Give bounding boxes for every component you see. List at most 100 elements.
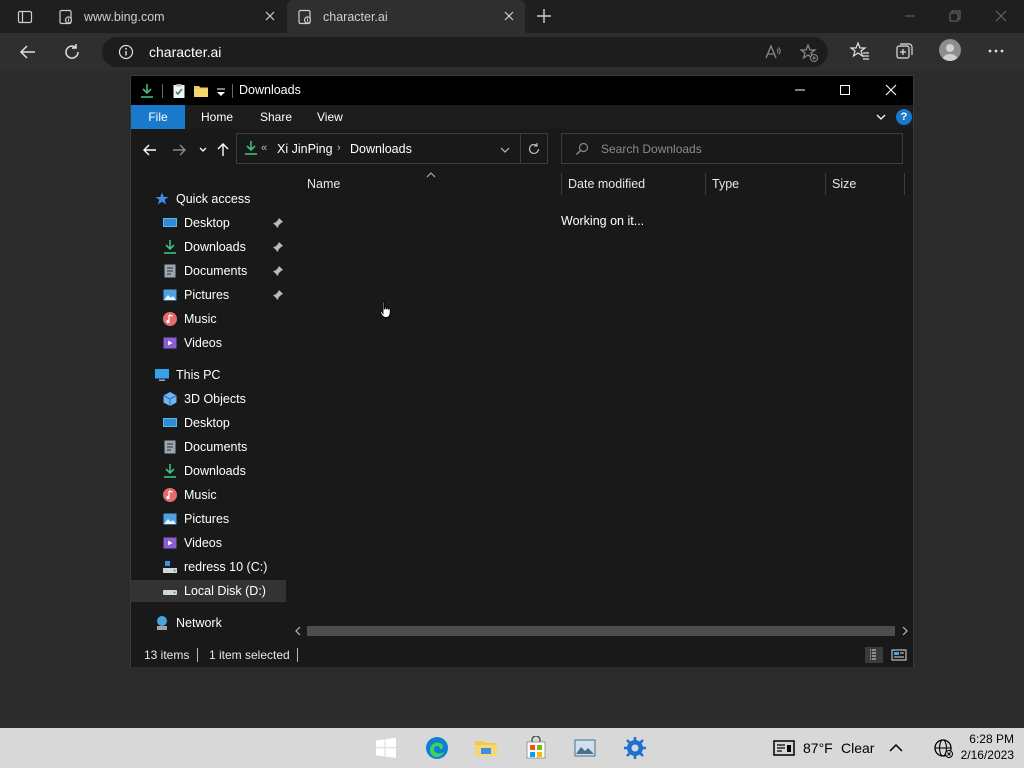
nav-documents[interactable]: Documents xyxy=(131,260,286,282)
pin-icon[interactable] xyxy=(272,217,284,229)
scroll-left-icon[interactable] xyxy=(293,626,303,636)
new-folder-icon[interactable] xyxy=(193,83,209,99)
column-header-size[interactable]: Size xyxy=(832,171,856,197)
weather-condition[interactable]: Clear xyxy=(841,740,874,756)
tab-bing[interactable]: www.bing.com xyxy=(50,0,286,33)
ribbon-tab-view[interactable]: View xyxy=(317,105,343,129)
address-bar[interactable]: character.ai xyxy=(102,37,828,67)
nav-this-pc[interactable]: This PC xyxy=(131,364,286,386)
nav-desktop[interactable]: Desktop xyxy=(131,212,286,234)
minimize-icon[interactable] xyxy=(902,8,918,24)
nav-downloads-pc[interactable]: Downloads xyxy=(131,460,286,482)
new-tab-icon[interactable] xyxy=(534,6,554,26)
navigation-pane: Quick access Desktop Downloads Documents… xyxy=(131,171,288,641)
back-arrow-icon[interactable] xyxy=(18,42,38,62)
tab-character-ai[interactable]: character.ai xyxy=(287,0,525,33)
chevron-up-icon[interactable] xyxy=(884,736,908,760)
nav-downloads[interactable]: Downloads xyxy=(131,236,286,258)
system-clock[interactable]: 6:28 PM 2/16/2023 xyxy=(960,731,1014,763)
minimize-icon[interactable] xyxy=(793,83,807,97)
start-windows-icon[interactable] xyxy=(374,736,398,760)
image-viewer-icon[interactable] xyxy=(573,736,597,760)
clock-time: 6:28 PM xyxy=(969,732,1014,746)
breadcrumb-segment[interactable]: Xi JinPing xyxy=(277,142,333,156)
site-info-icon[interactable] xyxy=(118,44,134,60)
scroll-right-icon[interactable] xyxy=(900,626,910,636)
tab-title: character.ai xyxy=(323,9,388,24)
nav-label: Network xyxy=(176,616,222,630)
forward-arrow-icon[interactable] xyxy=(171,142,187,158)
microsoft-store-icon[interactable] xyxy=(524,736,548,760)
search-input[interactable]: Search Downloads xyxy=(561,133,903,164)
nav-pictures[interactable]: Pictures xyxy=(131,284,286,306)
ribbon-tab-home[interactable]: Home xyxy=(201,105,233,129)
nav-music-pc[interactable]: Music xyxy=(131,484,286,506)
nav-desktop-pc[interactable]: Desktop xyxy=(131,412,286,434)
refresh-icon[interactable] xyxy=(527,142,541,156)
nav-videos[interactable]: Videos xyxy=(131,332,286,354)
column-header-type[interactable]: Type xyxy=(712,171,739,197)
browser-tab-bar: www.bing.com character.ai xyxy=(0,0,1024,33)
up-arrow-icon[interactable] xyxy=(215,142,231,158)
close-tab-icon[interactable] xyxy=(264,10,276,22)
restore-icon[interactable] xyxy=(947,8,963,24)
maximize-icon[interactable] xyxy=(838,83,852,97)
weather-temperature[interactable]: 87°F xyxy=(803,740,833,756)
url-text[interactable]: character.ai xyxy=(149,44,221,60)
column-header-name[interactable]: Name xyxy=(307,171,340,197)
desktop-icon xyxy=(162,215,178,231)
nav-videos-pc[interactable]: Videos xyxy=(131,532,286,554)
weather-widget-icon[interactable] xyxy=(772,736,796,760)
nav-documents-pc[interactable]: Documents xyxy=(131,436,286,458)
nav-drive-d[interactable]: Local Disk (D:) xyxy=(131,580,286,602)
chevron-down-icon[interactable] xyxy=(499,144,511,156)
nav-quick-access[interactable]: Quick access xyxy=(131,188,286,210)
details-view-icon[interactable] xyxy=(865,647,883,663)
more-menu-icon[interactable] xyxy=(986,41,1006,61)
ribbon-tab-share[interactable]: Share xyxy=(260,105,292,129)
scrollbar-thumb[interactable] xyxy=(307,626,895,636)
close-window-icon[interactable] xyxy=(884,83,898,97)
nav-3d-objects[interactable]: 3D Objects xyxy=(131,388,286,410)
refresh-icon[interactable] xyxy=(62,42,82,62)
breadcrumb[interactable]: « Xi JinPing › Downloads xyxy=(236,133,548,164)
nav-drive-c[interactable]: redress 10 (C:) xyxy=(131,556,286,578)
back-arrow-icon[interactable] xyxy=(142,142,158,158)
help-button[interactable]: ? xyxy=(896,109,912,125)
file-explorer-taskbar-icon[interactable] xyxy=(474,736,498,760)
properties-icon[interactable] xyxy=(171,83,187,99)
nav-label: Documents xyxy=(184,440,248,454)
app-gear-icon[interactable] xyxy=(623,736,647,760)
page-favicon-icon xyxy=(297,9,313,25)
recent-locations-icon[interactable] xyxy=(195,142,211,158)
edge-browser-icon[interactable] xyxy=(425,736,449,760)
nav-network[interactable]: Network xyxy=(131,612,286,634)
read-aloud-icon[interactable] xyxy=(764,43,782,61)
breadcrumb-segment[interactable]: Downloads xyxy=(350,142,412,156)
horizontal-scrollbar[interactable] xyxy=(288,623,913,639)
file-list-pane[interactable]: Name Date modified Type Size Working on … xyxy=(288,171,913,641)
nav-label: Desktop xyxy=(184,416,230,430)
expand-ribbon-icon[interactable] xyxy=(875,111,887,123)
favorites-icon[interactable] xyxy=(850,41,870,61)
breadcrumb-overflow[interactable]: « xyxy=(261,142,267,154)
collections-icon[interactable] xyxy=(894,41,914,61)
nav-music[interactable]: Music xyxy=(131,308,286,330)
tab-actions-icon[interactable] xyxy=(8,6,42,28)
ribbon-tab-file[interactable]: File xyxy=(131,105,185,129)
network-globe-icon[interactable] xyxy=(931,736,955,760)
column-header-date-modified[interactable]: Date modified xyxy=(568,171,645,197)
nav-pictures-pc[interactable]: Pictures xyxy=(131,508,286,530)
breadcrumb-separator[interactable]: › xyxy=(337,142,341,154)
large-icons-view-icon[interactable] xyxy=(890,647,908,663)
item-count: 13 items xyxy=(144,648,190,662)
close-window-icon[interactable] xyxy=(993,8,1009,24)
pin-icon[interactable] xyxy=(272,289,284,301)
pin-icon[interactable] xyxy=(272,241,284,253)
pin-icon[interactable] xyxy=(272,265,284,277)
profile-avatar[interactable] xyxy=(939,39,961,61)
close-tab-icon[interactable] xyxy=(503,10,515,22)
customize-toolbar-icon[interactable] xyxy=(213,83,229,99)
add-favorite-icon[interactable] xyxy=(799,43,819,63)
nav-label: Videos xyxy=(184,336,222,350)
